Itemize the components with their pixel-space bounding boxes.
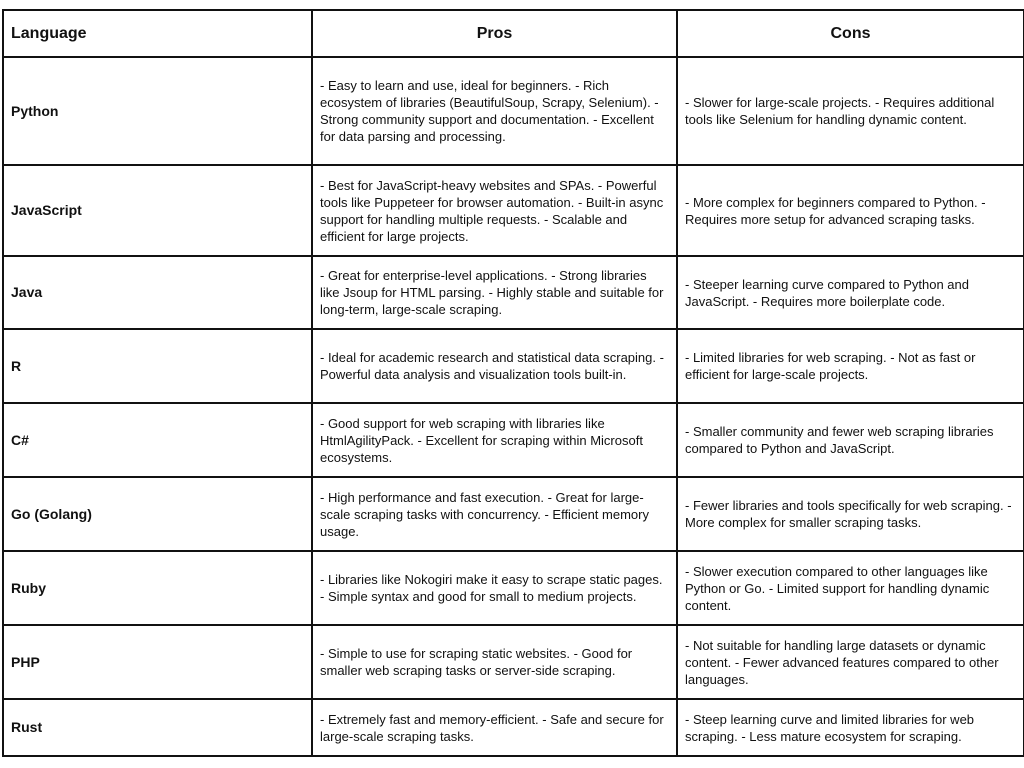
cons-cell: - Limited libraries for web scraping. - … bbox=[676, 328, 1024, 404]
header-language: Language bbox=[2, 9, 313, 58]
pros-cell: - Extremely fast and memory-efficient. -… bbox=[311, 698, 678, 757]
cons-cell: - Slower execution compared to other lan… bbox=[676, 550, 1024, 626]
language-cell: Java bbox=[2, 255, 313, 330]
pros-cell: - Ideal for academic research and statis… bbox=[311, 328, 678, 404]
table-row: Ruby - Libraries like Nokogiri make it e… bbox=[2, 550, 1024, 626]
language-cell: C# bbox=[2, 402, 313, 478]
table-row: R - Ideal for academic research and stat… bbox=[2, 328, 1024, 404]
language-cell: PHP bbox=[2, 624, 313, 700]
cons-cell: - Fewer libraries and tools specifically… bbox=[676, 476, 1024, 552]
cons-cell: - Steeper learning curve compared to Pyt… bbox=[676, 255, 1024, 330]
table-row: JavaScript - Best for JavaScript-heavy w… bbox=[2, 164, 1024, 257]
header-row: Language Pros Cons bbox=[2, 9, 1024, 58]
cons-cell: - Slower for large-scale projects. - Req… bbox=[676, 56, 1024, 166]
pros-cell: - High performance and fast execution. -… bbox=[311, 476, 678, 552]
pros-cell: - Best for JavaScript-heavy websites and… bbox=[311, 164, 678, 257]
language-cell: Ruby bbox=[2, 550, 313, 626]
table-row: Python - Easy to learn and use, ideal fo… bbox=[2, 56, 1024, 166]
pros-cell: - Simple to use for scraping static webs… bbox=[311, 624, 678, 700]
table-row: Rust - Extremely fast and memory-efficie… bbox=[2, 698, 1024, 757]
cons-cell: - More complex for beginners compared to… bbox=[676, 164, 1024, 257]
language-cell: Rust bbox=[2, 698, 313, 757]
header-pros: Pros bbox=[311, 9, 678, 58]
cons-cell: - Steep learning curve and limited libra… bbox=[676, 698, 1024, 757]
cons-cell: - Smaller community and fewer web scrapi… bbox=[676, 402, 1024, 478]
cons-cell: - Not suitable for handling large datase… bbox=[676, 624, 1024, 700]
table-row: Go (Golang) - High performance and fast … bbox=[2, 476, 1024, 552]
pros-cell: - Good support for web scraping with lib… bbox=[311, 402, 678, 478]
table-row: Java - Great for enterprise-level applic… bbox=[2, 255, 1024, 330]
header-cons: Cons bbox=[676, 9, 1024, 58]
language-cell: Go (Golang) bbox=[2, 476, 313, 552]
pros-cell: - Libraries like Nokogiri make it easy t… bbox=[311, 550, 678, 626]
pros-cell: - Great for enterprise-level application… bbox=[311, 255, 678, 330]
table-row: C# - Good support for web scraping with … bbox=[2, 402, 1024, 478]
pros-cell: - Easy to learn and use, ideal for begin… bbox=[311, 56, 678, 166]
language-comparison-table: Language Pros Cons Python - Easy to lear… bbox=[2, 9, 1024, 757]
language-cell: JavaScript bbox=[2, 164, 313, 257]
language-cell: Python bbox=[2, 56, 313, 166]
table-row: PHP - Simple to use for scraping static … bbox=[2, 624, 1024, 700]
language-cell: R bbox=[2, 328, 313, 404]
